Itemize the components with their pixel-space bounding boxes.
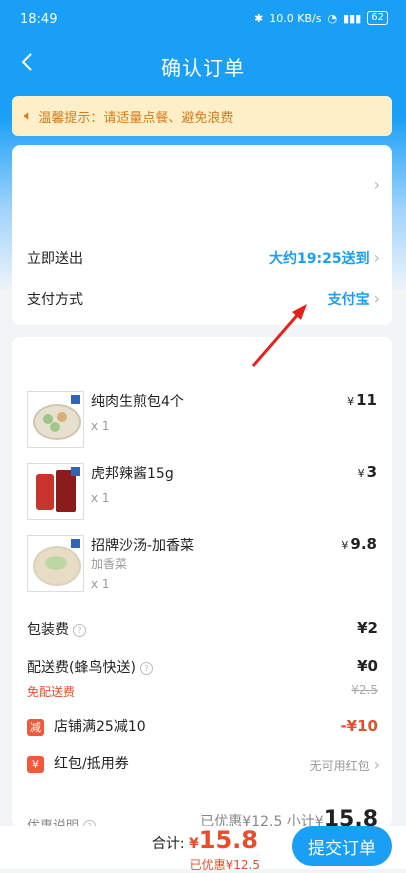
delivery-fee-text: 配送费(蜂鸟快送) (27, 660, 136, 676)
chevron-right-icon: › (373, 755, 380, 774)
help-icon[interactable]: ? (139, 661, 153, 675)
item-price-value: 3 (366, 463, 377, 481)
nav-bar: 确认订单 (0, 38, 406, 92)
item-qty: x 1 (91, 419, 110, 433)
delivery-fee-value: ¥0 (357, 657, 378, 675)
status-icons: ✱ 10.0 KB/s ◔ ▮▮▮ 62 (254, 11, 388, 25)
order-item: 招牌沙汤-加香菜 加香菜 x 1 ¥9.8 (27, 535, 377, 605)
free-delivery-note: 免配送费 (27, 685, 76, 699)
total-label: 合计: (151, 836, 190, 852)
total-amount: 合计: ¥15.8 (152, 826, 258, 854)
total-currency: ¥ (189, 836, 199, 852)
packing-fee-value: ¥2 (357, 619, 378, 637)
delivery-eta-text: 大约19:25送到 (269, 251, 370, 267)
help-icon[interactable]: ? (73, 623, 86, 637)
payment-method[interactable]: 支付宝 › (328, 289, 380, 309)
notice-bar: 🔈︎ 温馨提示：请适量点餐、避免浪费 (12, 96, 392, 136)
order-item: 纯肉生煎包4个 x 1 ¥11 (27, 391, 377, 451)
redpacket-value[interactable]: 无可用红包 › (310, 755, 380, 774)
address-chevron-icon[interactable]: › (374, 175, 380, 194)
item-price-value: 9.8 (350, 535, 377, 553)
summary-subtotal: 已优惠¥12.5 小计¥15.8 (200, 807, 378, 827)
item-name: 招牌沙汤-加香菜 (91, 538, 195, 554)
summary-subtotal-value: 15.8 (323, 807, 378, 827)
delivery-eta[interactable]: 大约19:25送到 › (269, 248, 380, 268)
bluetooth-icon: ✱ (254, 11, 264, 25)
item-image (27, 535, 84, 592)
item-image (27, 463, 84, 520)
discount-label: 店铺满25减10 (54, 719, 146, 735)
payment-label: 支付方式 (27, 292, 83, 308)
total-value: 15.8 (198, 826, 258, 854)
order-card: 纯肉生煎包4个 x 1 ¥11 虎邦辣酱15g x 1 ¥3 招牌沙汤-加香菜 … (12, 337, 392, 827)
status-bar: 18:49 ✱ 10.0 KB/s ◔ ▮▮▮ 62 (0, 0, 406, 38)
item-qty: x 1 (91, 577, 110, 591)
delivery-fee-label: 配送费(蜂鸟快送)? (27, 657, 153, 677)
discount-value: -¥10 (340, 717, 378, 735)
delivery-time-label: 立即送出 (27, 251, 83, 267)
page-title: 确认订单 (161, 56, 245, 80)
battery-icon: 62 (367, 11, 388, 25)
item-price: ¥11 (347, 391, 377, 409)
packing-fee-text: 包装费 (27, 622, 69, 638)
chevron-right-icon: › (373, 289, 380, 308)
item-price: ¥9.8 (341, 535, 377, 553)
item-name: 虎邦辣酱15g (91, 466, 174, 482)
item-image (27, 391, 84, 448)
saved-amount: 已优惠¥12.5 (189, 858, 260, 872)
item-spec: 加香菜 (91, 557, 128, 571)
submit-order-button[interactable]: 提交订单 (292, 826, 392, 866)
notice-text: 温馨提示：请适量点餐、避免浪费 (38, 110, 234, 126)
item-price-value: 11 (356, 391, 377, 409)
wifi-icon: ◔ (327, 11, 338, 25)
speaker-icon: 🔈︎ (24, 108, 33, 124)
discount-row: 减店铺满25减10 (27, 716, 146, 736)
item-name: 纯肉生煎包4个 (91, 394, 184, 410)
network-speed: 10.0 KB/s (269, 11, 322, 25)
signal-icon: ▮▮▮ (343, 11, 362, 25)
status-time: 18:49 (20, 12, 58, 27)
discount-badge: 减 (27, 718, 44, 736)
redpacket-value-text: 无可用红包 (309, 759, 370, 773)
order-item: 虎邦辣酱15g x 1 ¥3 (27, 463, 377, 523)
checkout-bar: 合计: ¥15.8 已优惠¥12.5 提交订单 (0, 826, 406, 872)
redpacket-label: 红包/抵用券 (54, 756, 129, 772)
chevron-right-icon: › (373, 248, 380, 267)
item-price: ¥3 (357, 463, 377, 481)
delivery-card: › 立即送出 大约19:25送到 › 支付方式 支付宝 › (12, 145, 392, 325)
item-qty: x 1 (91, 491, 110, 505)
payment-method-text: 支付宝 (327, 292, 370, 308)
packing-fee-label: 包装费? (27, 619, 86, 639)
redpacket-badge: ¥ (27, 755, 44, 773)
redpacket-row[interactable]: ¥ 红包/抵用券 (27, 753, 129, 773)
original-delivery-fee: ¥2.5 (351, 683, 378, 697)
